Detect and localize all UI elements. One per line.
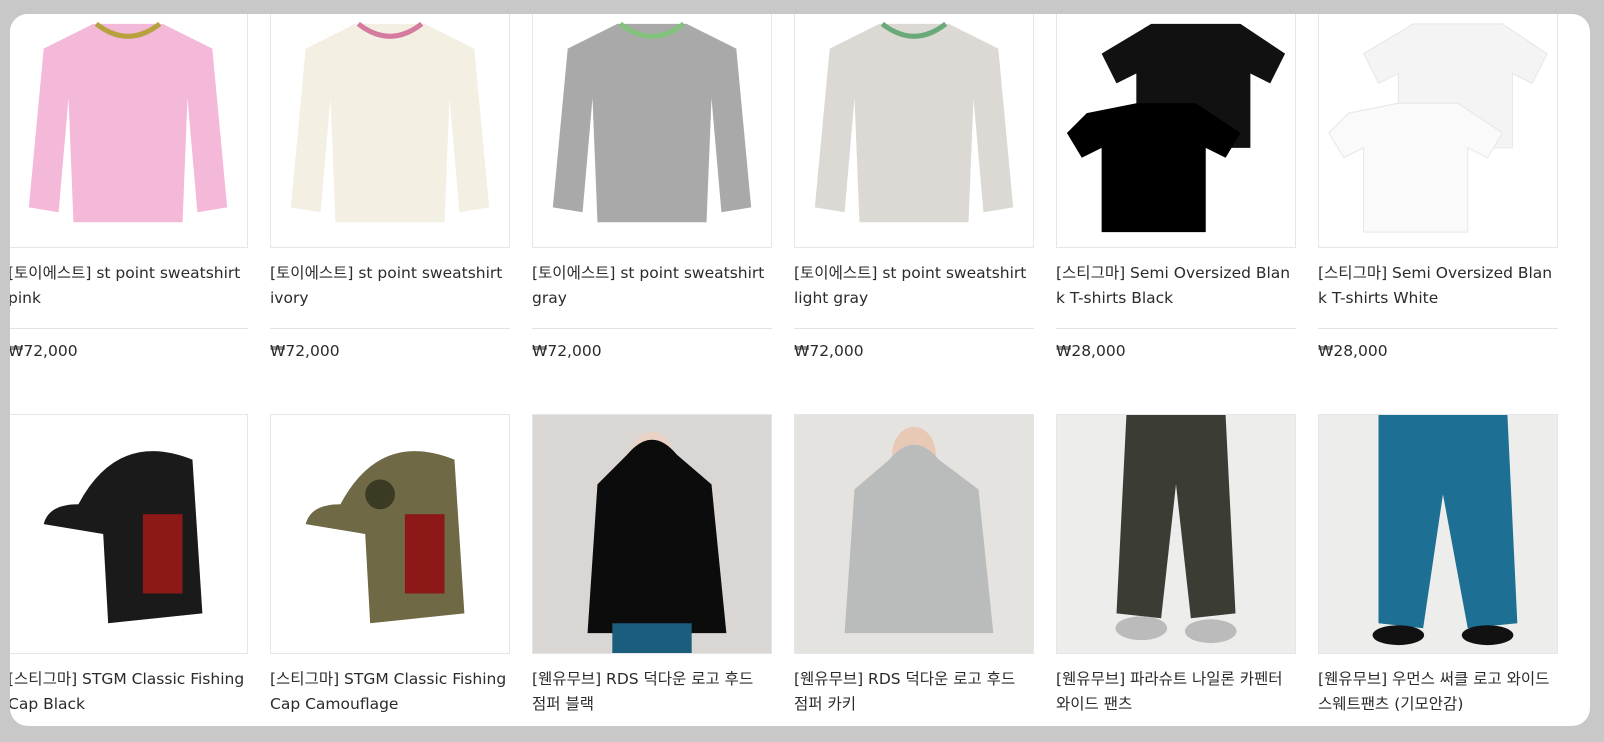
product-price: ₩72,000 (532, 342, 602, 360)
white-tshirt-icon (1319, 14, 1557, 247)
product-name[interactable]: [토이에스트] st point sweatshirt pink (10, 261, 248, 311)
product-name[interactable]: [토이에스트] st point sweatshirt light gray (794, 261, 1034, 311)
khaki-puffer-jacket-icon (795, 415, 1033, 653)
light-gray-sweatshirt-icon (795, 14, 1033, 247)
product-image[interactable] (1056, 414, 1296, 654)
product-list-panel: [토이에스트] st point sweatshirt pink ₩72,000… (10, 14, 1590, 726)
product-image[interactable] (1318, 414, 1558, 654)
product-image[interactable] (10, 414, 248, 654)
product-price: ₩28,000 (1318, 342, 1388, 360)
product-name[interactable]: [웬유무브] RDS 덕다운 로고 후드 점퍼 블랙 (532, 667, 772, 717)
product-name[interactable]: [토이에스트] st point sweatshirt ivory (270, 261, 510, 311)
product-name[interactable]: [웬유무브] 우먼스 써클 로고 와이드 스웨트팬츠 (기모안감) (1318, 667, 1558, 717)
divider (1318, 328, 1558, 329)
product-image[interactable] (794, 414, 1034, 654)
product-image[interactable] (270, 414, 510, 654)
product-image[interactable] (1318, 14, 1558, 248)
product-name[interactable]: [스티그마] STGM Classic Fishing Cap Camoufla… (270, 667, 510, 717)
divider (532, 328, 772, 329)
product-price: ₩28,000 (1056, 342, 1126, 360)
product-image[interactable] (1056, 14, 1296, 248)
divider (1056, 328, 1296, 329)
ivory-sweatshirt-icon (271, 14, 509, 247)
product-price: ₩72,000 (10, 342, 78, 360)
product-image[interactable] (532, 414, 772, 654)
divider (794, 328, 1034, 329)
product-image[interactable] (794, 14, 1034, 248)
product-image[interactable] (270, 14, 510, 248)
divider (10, 328, 248, 329)
black-puffer-jacket-icon (533, 415, 771, 653)
product-name[interactable]: [스티그마] Semi Oversized Blank T-shirts Bla… (1056, 261, 1296, 311)
camouflage-cap-icon (271, 415, 509, 653)
gray-sweatshirt-icon (533, 14, 771, 247)
divider (270, 328, 510, 329)
product-name[interactable]: [스티그마] STGM Classic Fishing Cap Black (10, 667, 248, 717)
pink-sweatshirt-icon (10, 14, 247, 247)
product-price: ₩72,000 (794, 342, 864, 360)
black-cap-icon (10, 415, 247, 653)
product-image[interactable] (10, 14, 248, 248)
product-price: ₩72,000 (270, 342, 340, 360)
product-name[interactable]: [토이에스트] st point sweatshirt gray (532, 261, 772, 311)
product-name[interactable]: [웬유무브] 파라슈트 나일론 카펜터 와이드 팬츠 (1056, 667, 1296, 717)
product-name[interactable]: [스티그마] Semi Oversized Blank T-shirts Whi… (1318, 261, 1558, 311)
nylon-wide-pants-icon (1057, 415, 1295, 653)
product-image[interactable] (532, 14, 772, 248)
product-name[interactable]: [웬유무브] RDS 덕다운 로고 후드 점퍼 카키 (794, 667, 1034, 717)
blue-sweatpants-icon (1319, 415, 1557, 653)
black-tshirt-icon (1057, 14, 1295, 247)
